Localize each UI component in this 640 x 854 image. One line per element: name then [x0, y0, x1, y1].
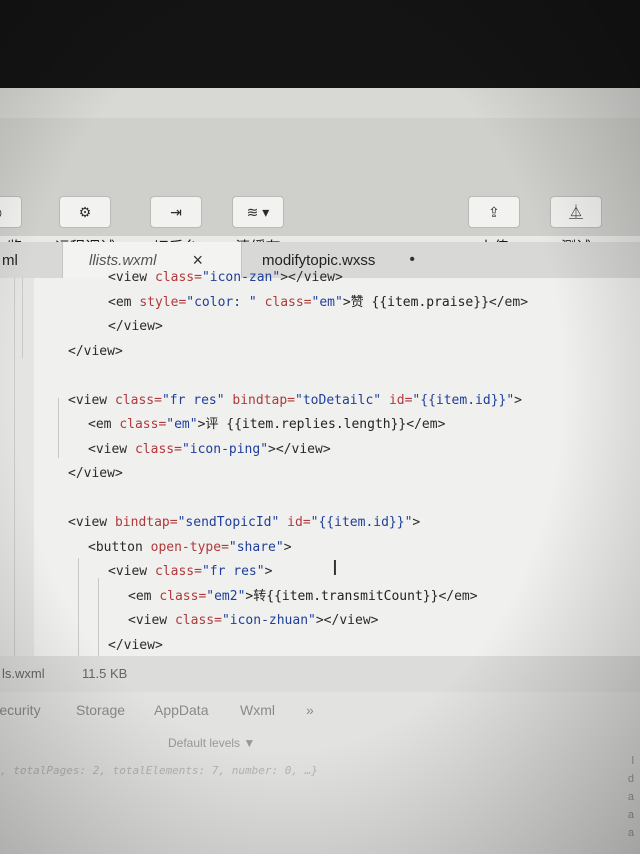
code-token: class=	[134, 441, 182, 457]
code-token: >	[514, 392, 522, 408]
code-token: </view>	[68, 343, 123, 359]
code-token: ></view>	[280, 270, 343, 285]
code-token: <button	[88, 539, 151, 555]
switch-icon: ⇥	[150, 196, 202, 228]
code-line: <em class="em2">转{{item.transmitCount}}<…	[128, 587, 478, 607]
cut-off-icon: ◉	[0, 196, 22, 228]
code-token: >	[264, 564, 273, 579]
code-token: <view	[68, 392, 115, 408]
code-token: </em>	[406, 417, 446, 432]
code-line: <view class="fr res" bindtap="toDetailc"…	[68, 391, 522, 411]
code-token: bindtap=	[114, 515, 178, 530]
code-token: </em>	[438, 588, 478, 604]
code-token: id=	[287, 515, 311, 530]
status-file-size: 11.5 KB	[82, 666, 128, 681]
code-line: <button open-type="share">	[88, 538, 292, 558]
devtools-window: ◉ 览 ⚙ 远程调试 ⇥ 切后台 ≋ ▾ 清缓存 ⇪ 上传 ⏅ 测试 ml ll…	[0, 88, 640, 854]
code-token: <em	[88, 417, 120, 432]
code-token: "icon-zan"	[201, 270, 281, 285]
panel-tab-security[interactable]: Security	[0, 702, 41, 718]
upload-icon: ⇪	[468, 196, 520, 228]
code-editor[interactable]: <view class="icon-zan"></view> <em style=…	[0, 270, 640, 656]
code-token: ></view>	[268, 441, 331, 457]
code-token: class=	[264, 294, 312, 310]
text-cursor-icon: I	[332, 556, 338, 580]
code-token: "color: "	[186, 294, 265, 310]
code-line: </view>	[108, 636, 163, 656]
code-line: <view class="icon-zan"></view>	[108, 268, 343, 288]
code-token: class=	[154, 270, 202, 285]
code-token: </em>	[488, 294, 529, 310]
code-token: "em2"	[206, 588, 246, 604]
code-token: class=	[154, 564, 202, 579]
code-token: bindtap=	[232, 392, 296, 408]
layers-icon: ≋ ▾	[232, 196, 284, 228]
bug-icon: ⚙	[59, 196, 111, 228]
panel-tab-storage[interactable]: Storage	[76, 702, 125, 718]
unsaved-dot-icon: •	[409, 251, 415, 268]
code-token: >	[283, 539, 292, 555]
code-token: </view>	[108, 637, 163, 653]
tab-previous-file[interactable]: ml	[0, 242, 58, 278]
code-line: <em class="em">评 {{item.replies.length}}…	[88, 415, 445, 435]
status-bar: ls.wxml 11.5 KB	[0, 656, 640, 692]
code-token: "icon-ping"	[181, 441, 269, 457]
code-token: <view	[68, 515, 115, 530]
code-token: <view	[108, 270, 155, 285]
tab-label: llists.wxml	[89, 251, 157, 269]
more-tabs-icon[interactable]: »	[306, 702, 314, 718]
code-token: "fr res"	[161, 392, 233, 408]
code-token: </view>	[68, 466, 123, 481]
code-token: "toDetailc"	[295, 392, 389, 408]
log-levels-dropdown[interactable]: Default levels ▼	[168, 736, 255, 750]
code-token: >评 {{item.replies.length}}	[197, 417, 407, 432]
code-token: "{{item.id}}"	[412, 392, 515, 408]
panel-tab-wxml[interactable]: Wxml	[240, 702, 275, 718]
code-token: "em"	[166, 417, 198, 432]
code-token: open-type=	[150, 539, 229, 555]
code-token: </view>	[108, 319, 163, 334]
status-file-name: ls.wxml	[2, 666, 45, 681]
code-line: </view>	[68, 464, 123, 484]
code-token: class=	[174, 613, 222, 628]
debug-panel: Security Storage AppData Wxml » Default …	[0, 692, 640, 854]
flask-icon: ⏅	[550, 196, 602, 228]
console-source-links: ldaaa	[627, 755, 634, 839]
code-token: >赞 {{item.praise}}	[342, 294, 489, 310]
tab-label: modifytopic.wxss	[262, 251, 376, 269]
code-token: <view	[88, 441, 135, 457]
toolbar: ◉ 览 ⚙ 远程调试 ⇥ 切后台 ≋ ▾ 清缓存 ⇪ 上传 ⏅ 测试	[0, 118, 640, 256]
tab-label: ml	[2, 251, 18, 269]
code-token: id=	[388, 392, 413, 408]
code-token: >转{{item.transmitCount}}	[245, 588, 439, 604]
window-title-area	[0, 88, 640, 118]
code-token: "fr res"	[201, 564, 265, 579]
code-line: <view class="icon-zhuan"></view>	[128, 611, 378, 631]
code-token: ></view>	[315, 613, 379, 628]
console-output-line: , totalPages: 2, totalElements: 7, numbe…	[0, 764, 318, 777]
code-token: <view	[128, 613, 175, 628]
code-token: <em	[108, 294, 140, 310]
code-line: <view class="fr res">	[108, 562, 272, 582]
code-token: class=	[119, 417, 167, 432]
code-token: "icon-zhuan"	[221, 613, 316, 628]
code-token: >	[412, 515, 421, 530]
code-token: "share"	[228, 539, 284, 555]
code-line: <view class="icon-ping"></view>	[88, 440, 331, 460]
code-token: class=	[114, 392, 162, 408]
code-token: style=	[139, 294, 187, 310]
code-line: <em style="color: " class="em">赞 {{item.…	[108, 293, 528, 313]
code-token: "sendTopicId"	[177, 515, 288, 530]
code-line: <view bindtap="sendTopicId" id="{{item.i…	[68, 513, 420, 533]
code-line: </view>	[68, 342, 123, 362]
code-content: <view class="icon-zan"></view> <em style=…	[0, 270, 640, 656]
code-token: "em"	[311, 294, 343, 310]
code-token: <em	[128, 588, 160, 604]
code-line: </view>	[108, 317, 163, 337]
code-token: <view	[108, 564, 155, 579]
code-token: class=	[159, 588, 207, 604]
panel-tab-appdata[interactable]: AppData	[154, 702, 208, 718]
code-token: "{{item.id}}"	[310, 515, 413, 530]
